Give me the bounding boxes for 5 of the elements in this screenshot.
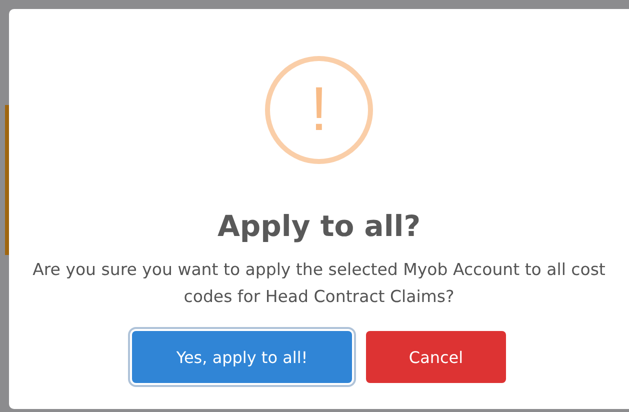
confirm-button[interactable]: Yes, apply to all!: [132, 331, 352, 383]
dialog-title: Apply to all?: [217, 208, 421, 245]
cancel-button[interactable]: Cancel: [366, 331, 506, 383]
dialog-message: Are you sure you want to apply the selected Myob Account to all cost codes for Head Contract Claims?: [32, 259, 606, 308]
warning-icon: !: [265, 56, 373, 164]
